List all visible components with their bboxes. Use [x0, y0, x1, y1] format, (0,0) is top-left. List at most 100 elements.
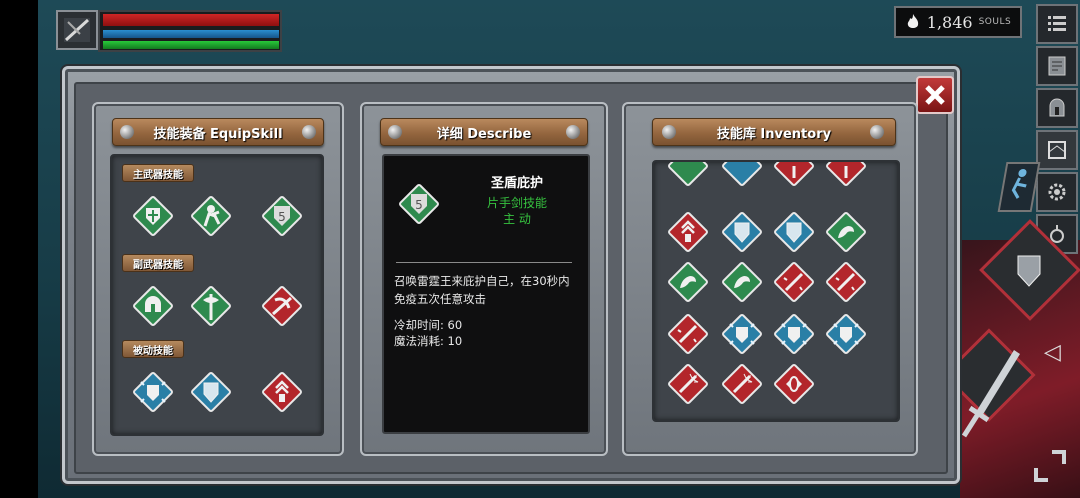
off-skill-slot-1[interactable]	[131, 284, 175, 328]
flex-arm-icon	[666, 160, 710, 188]
inventory-skill[interactable]	[824, 160, 868, 188]
inventory-skill[interactable]	[772, 160, 816, 188]
inventory-skill[interactable]	[666, 312, 710, 356]
inventory-skill[interactable]	[772, 362, 816, 406]
sword-slash-icon	[666, 312, 710, 356]
main-skill-slot-1[interactable]	[131, 194, 175, 238]
inventory-skill[interactable]	[720, 260, 764, 304]
map-icon	[1048, 56, 1066, 76]
back-nav-icon[interactable]: ◁	[1044, 340, 1064, 368]
rank-up-icon	[666, 210, 710, 254]
burst-sword-icon	[720, 362, 764, 406]
weapon-slot-button[interactable]	[56, 10, 98, 50]
flame-icon	[907, 14, 918, 28]
bolt-decoration	[566, 125, 580, 139]
sword-slash-icon	[824, 260, 868, 304]
inventory-panel-header: 技能库 Inventory	[652, 118, 896, 146]
skill-type: 片手剑技能	[486, 196, 547, 210]
svg-text:5: 5	[415, 198, 423, 212]
bolt-decoration	[388, 125, 402, 139]
passive-skill-slot-2[interactable]	[189, 370, 233, 414]
equip-panel-header: 技能装备 EquipSkill	[112, 118, 324, 146]
skills-button[interactable]	[1036, 130, 1078, 170]
souls-label: SOULS	[978, 17, 1012, 27]
passive-skill-slot-1[interactable]	[131, 370, 175, 414]
knight-shield-icon	[189, 194, 233, 238]
inventory-skill[interactable]	[720, 312, 764, 356]
skill-name: 圣盾庇护	[490, 176, 543, 191]
inventory-skill[interactable]	[720, 160, 764, 188]
numbered-shield-icon: 5	[397, 182, 441, 226]
fullscreen-icon[interactable]	[1030, 446, 1070, 486]
bolt-decoration	[120, 125, 134, 139]
off-skill-slot-3[interactable]	[260, 284, 304, 328]
inventory-skill[interactable]	[666, 160, 710, 188]
inventory-skill[interactable]	[772, 312, 816, 356]
flex-arm-icon	[824, 210, 868, 254]
passive-label: 被动技能	[122, 340, 184, 358]
souls-counter: 1,846 SOULS	[894, 6, 1022, 38]
passive-skill-slot-3[interactable]	[260, 370, 304, 414]
inventory-skill[interactable]	[772, 210, 816, 254]
inventory-skill[interactable]	[720, 362, 764, 406]
skill-description: 召唤雷霆王来庇护自己，在30秒内免疫五次任意攻击	[394, 274, 570, 306]
inventory-skill[interactable]	[824, 260, 868, 304]
close-button[interactable]	[916, 76, 954, 114]
running-figure-icon	[1011, 169, 1027, 199]
main-skill-slot-2[interactable]	[189, 194, 233, 238]
settings-button[interactable]	[1036, 172, 1078, 212]
selected-skill-icon: 5	[397, 182, 453, 238]
rank-up-icon	[260, 370, 304, 414]
equip-panel-title: 技能装备 EquipSkill	[153, 126, 283, 142]
menu-list-button[interactable]	[1036, 4, 1078, 44]
sword-slash-icon	[772, 260, 816, 304]
inventory-skill[interactable]	[824, 210, 868, 254]
shield-icon	[720, 210, 764, 254]
shockwave-icon	[772, 362, 816, 406]
main-weapon-label-text: 主武器技能	[133, 169, 183, 181]
off-skill-slot-2[interactable]	[189, 284, 233, 328]
shield-icon	[772, 210, 816, 254]
crossed-weapon-icon	[64, 18, 90, 42]
inventory-skill[interactable]	[666, 362, 710, 406]
sparkle-shield-icon	[131, 370, 175, 414]
inventory-skill[interactable]	[666, 260, 710, 304]
dodge-button[interactable]	[997, 162, 1041, 212]
burst-sword-icon	[666, 362, 710, 406]
sword-down-icon	[824, 160, 868, 188]
health-bar	[103, 14, 279, 26]
inventory-skill[interactable]	[720, 210, 764, 254]
skill-mode: 主 动	[503, 212, 531, 226]
menu-list-icon	[1048, 16, 1066, 31]
war-helm-icon	[260, 284, 304, 328]
shield-icon	[1012, 252, 1046, 288]
sword-down-icon	[772, 160, 816, 188]
sparkle-shield-icon	[824, 312, 868, 356]
mana-bar	[103, 30, 279, 38]
sparkle-shield-icon	[772, 312, 816, 356]
inventory-grid[interactable]	[652, 160, 900, 422]
axe-skill-icon	[189, 284, 233, 328]
gear-icon	[1048, 183, 1066, 201]
sparkle-shield-icon	[720, 312, 764, 356]
passive-label-text: 被动技能	[133, 345, 173, 357]
equipment-button[interactable]	[1036, 88, 1078, 128]
describe-panel-header: 详细 Describe	[380, 118, 588, 146]
off-weapon-label: 副武器技能	[122, 254, 194, 272]
divider	[396, 262, 572, 263]
bolt-decoration	[870, 125, 884, 139]
main-skill-slot-3[interactable]: 5	[260, 194, 304, 238]
map-button[interactable]	[1036, 46, 1078, 86]
numbered-shield-icon: 5	[260, 194, 304, 238]
stamina-bar	[103, 41, 279, 49]
shield-cross-icon	[131, 194, 175, 238]
off-weapon-label-text: 副武器技能	[133, 259, 183, 271]
inventory-skill[interactable]	[772, 260, 816, 304]
inventory-panel-title: 技能库 Inventory	[716, 126, 832, 142]
inventory-skill[interactable]	[666, 210, 710, 254]
shield-icon	[720, 160, 764, 188]
helmet-icon	[1049, 98, 1065, 117]
flex-arm-icon	[720, 260, 764, 304]
flex-arm-icon	[666, 260, 710, 304]
inventory-skill[interactable]	[824, 312, 868, 356]
